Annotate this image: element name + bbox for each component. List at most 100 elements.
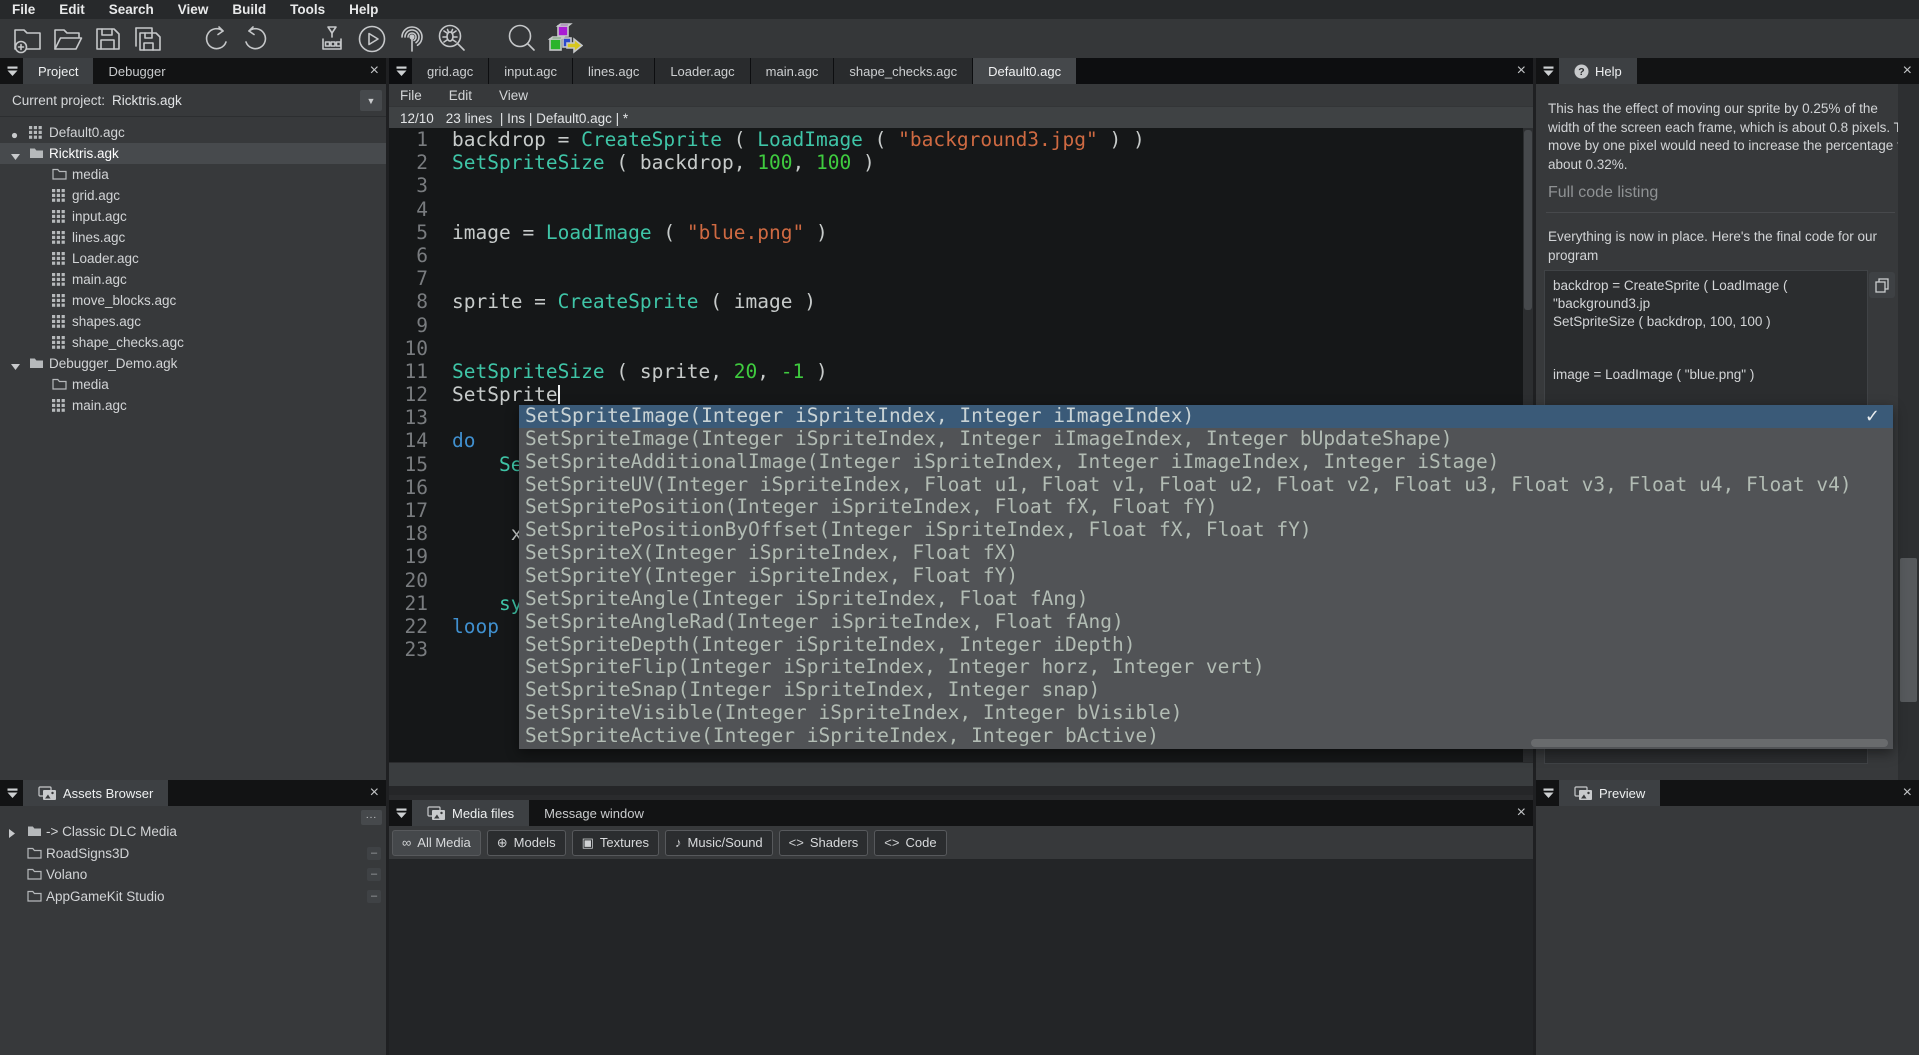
tree-item-media[interactable]: media [0, 374, 386, 395]
close-icon[interactable]: × [1517, 61, 1526, 81]
autocomplete-item[interactable]: SetSpriteVisible(Integer iSpriteIndex, I… [519, 702, 1893, 725]
menu-view[interactable]: View [166, 0, 221, 19]
tree-item-shape-checks-agc[interactable]: shape_checks.agc [0, 332, 386, 353]
editor-menu-file[interactable]: File [400, 88, 422, 103]
editor-horizontal-scrollbar[interactable] [389, 762, 1533, 787]
save-button[interactable] [88, 21, 128, 57]
search-button[interactable] [502, 21, 542, 57]
open-project-button[interactable] [48, 21, 88, 57]
filter-shaders[interactable]: <>Shaders [779, 830, 869, 856]
help-scrollbar[interactable] [1898, 84, 1919, 780]
panel-menu-icon[interactable] [6, 65, 19, 77]
tab-input-agc[interactable]: input.agc [489, 58, 572, 84]
code-line[interactable]: 4 [389, 198, 1533, 221]
asset-item-appgamekit-studio[interactable]: AppGameKit Studio– [0, 886, 386, 908]
asset-item-volano[interactable]: Volano– [0, 864, 386, 886]
tree-item-media[interactable]: media [0, 164, 386, 185]
tree-item-loader-agc[interactable]: Loader.agc [0, 248, 386, 269]
code-line[interactable]: 7 [389, 267, 1533, 290]
tree-item-lines-agc[interactable]: lines.agc [0, 227, 386, 248]
close-icon[interactable]: × [1517, 803, 1526, 823]
collapse-button[interactable]: – [367, 890, 381, 903]
tree-item-shapes-agc[interactable]: shapes.agc [0, 311, 386, 332]
tree-item-ricktris-agk[interactable]: Ricktris.agk [0, 143, 386, 164]
collapse-button[interactable]: – [367, 868, 381, 881]
code-line[interactable]: 6 [389, 244, 1533, 267]
autocomplete-item[interactable]: SetSpriteImage(Integer iSpriteIndex, Int… [519, 428, 1893, 451]
autocomplete-item[interactable]: SetSpritePositionByOffset(Integer iSprit… [519, 519, 1893, 542]
close-icon[interactable]: × [1903, 61, 1912, 81]
broadcast-button[interactable] [392, 21, 432, 57]
code-line[interactable]: 12SetSprite [389, 383, 1533, 406]
menu-search[interactable]: Search [97, 0, 166, 19]
tab-main-agc[interactable]: main.agc [751, 58, 834, 84]
current-project-value[interactable]: Ricktris.agk [112, 93, 182, 108]
copy-code-button[interactable] [1869, 272, 1895, 298]
expand-right-icon[interactable] [9, 826, 15, 841]
code-line[interactable]: 8sprite = CreateSprite ( image ) [389, 290, 1533, 313]
menu-tools[interactable]: Tools [278, 0, 337, 19]
tab-message-window[interactable]: Message window [529, 800, 659, 826]
autocomplete-item[interactable]: SetSpriteImage(Integer iSpriteIndex, Int… [519, 405, 1893, 428]
autocomplete-item[interactable]: SetSpriteDepth(Integer iSpriteIndex, Int… [519, 634, 1893, 657]
debug-button[interactable] [432, 21, 472, 57]
tree-item-move-blocks-agc[interactable]: move_blocks.agc [0, 290, 386, 311]
code-line[interactable]: 9 [389, 314, 1533, 337]
code-line[interactable]: 1backdrop = CreateSprite ( LoadImage ( "… [389, 128, 1533, 151]
tab-project[interactable]: Project [23, 58, 93, 84]
tab-assets-browser[interactable]: Assets Browser [23, 780, 168, 806]
compile-button[interactable] [312, 21, 352, 57]
tree-item-input-agc[interactable]: input.agc [0, 206, 386, 227]
export-media-button[interactable] [544, 21, 584, 57]
menu-help[interactable]: Help [337, 0, 390, 19]
autocomplete-item[interactable]: SetSpriteFlip(Integer iSpriteIndex, Inte… [519, 656, 1893, 679]
autocomplete-item[interactable]: SetSpriteUV(Integer iSpriteIndex, Float … [519, 474, 1893, 497]
tree-item-main-agc[interactable]: main.agc [0, 269, 386, 290]
filter-music-sound[interactable]: ♪Music/Sound [665, 830, 773, 856]
close-icon[interactable]: × [370, 783, 379, 803]
collapse-button[interactable]: – [367, 847, 381, 860]
panel-menu-icon[interactable] [395, 807, 408, 819]
tab-loader-agc[interactable]: Loader.agc [655, 58, 749, 84]
autocomplete-item[interactable]: SetSpriteAngleRad(Integer iSpriteIndex, … [519, 611, 1893, 634]
menu-edit[interactable]: Edit [47, 0, 97, 19]
tab-debugger[interactable]: Debugger [93, 58, 180, 84]
code-line[interactable]: 5image = LoadImage ( "blue.png" ) [389, 221, 1533, 244]
expand-down-icon[interactable] [11, 148, 20, 163]
new-project-button[interactable] [8, 21, 48, 57]
panel-menu-icon[interactable] [395, 65, 408, 77]
filter-textures[interactable]: ▣Textures [572, 830, 659, 856]
code-line[interactable]: 2SetSpriteSize ( backdrop, 100, 100 ) [389, 151, 1533, 174]
tree-item-debugger-demo-agk[interactable]: Debugger_Demo.agk [0, 353, 386, 374]
menu-file[interactable]: File [0, 0, 47, 19]
close-icon[interactable]: × [370, 61, 379, 81]
tab-media-files[interactable]: Media files [412, 800, 529, 826]
autocomplete-item[interactable]: SetSpritePosition(Integer iSpriteIndex, … [519, 496, 1893, 519]
tree-item-main-agc[interactable]: main.agc [0, 395, 386, 416]
code-line[interactable]: 3 [389, 174, 1533, 197]
filter-code[interactable]: <>Code [874, 830, 946, 856]
tab-default0-agc[interactable]: Default0.agc [973, 58, 1076, 84]
autocomplete-item[interactable]: SetSpriteY(Integer iSpriteIndex, Float f… [519, 565, 1893, 588]
current-project-dropdown[interactable]: ▼ [360, 90, 382, 111]
tab-help[interactable]: ? Help [1559, 58, 1637, 84]
filter-all-media[interactable]: ∞All Media [392, 830, 481, 856]
editor-menu-edit[interactable]: Edit [449, 88, 472, 103]
redo-button[interactable] [236, 21, 276, 57]
run-button[interactable] [352, 21, 392, 57]
code-line[interactable]: 10 [389, 337, 1533, 360]
panel-menu-icon[interactable] [6, 787, 19, 799]
panel-menu-icon[interactable] [1542, 787, 1555, 799]
asset-item-classic-dlc-media[interactable]: -> Classic DLC Media [0, 821, 386, 843]
autocomplete-item[interactable]: SetSpriteAdditionalImage(Integer iSprite… [519, 451, 1893, 474]
tab-lines-agc[interactable]: lines.agc [573, 58, 654, 84]
tab-shape-checks-agc[interactable]: shape_checks.agc [834, 58, 972, 84]
autocomplete-item[interactable]: SetSpriteX(Integer iSpriteIndex, Float f… [519, 542, 1893, 565]
panel-menu-icon[interactable] [1542, 65, 1555, 77]
close-icon[interactable]: × [1903, 783, 1912, 803]
tree-item-default0-agc[interactable]: Default0.agc [0, 122, 386, 143]
autocomplete-item[interactable]: SetSpriteAngle(Integer iSpriteIndex, Flo… [519, 588, 1893, 611]
save-all-button[interactable] [128, 21, 168, 57]
popup-horizontal-scrollbar[interactable] [1531, 739, 1888, 747]
code-line[interactable]: 11SetSpriteSize ( sprite, 20, -1 ) [389, 360, 1533, 383]
